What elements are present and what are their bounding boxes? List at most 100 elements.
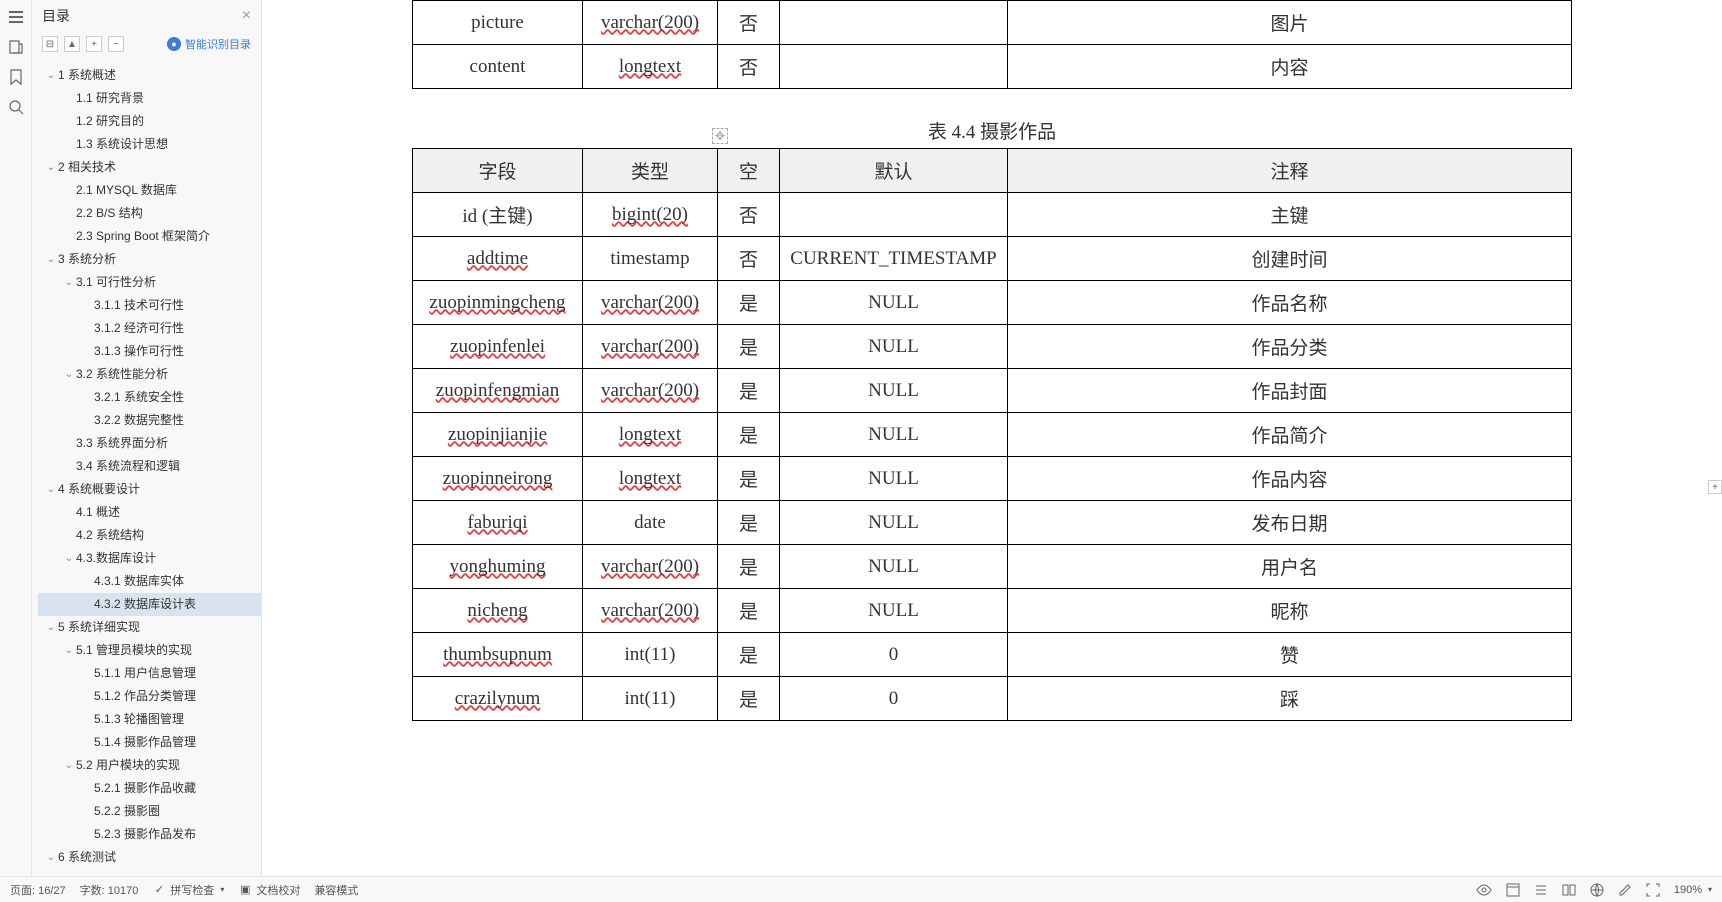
toc-item[interactable]: ⌄5.1 管理员模块的实现 — [38, 639, 261, 662]
toc-item[interactable]: 3.1.2 经济可行性 — [38, 317, 261, 340]
table-cell: zuopinfengmian — [413, 369, 583, 413]
add-column-button[interactable]: + — [1708, 480, 1722, 494]
insert-icon[interactable] — [7, 38, 25, 56]
chevron-down-icon: ⌄ — [62, 365, 76, 384]
proofread-button[interactable]: ▣文档校对 — [238, 882, 300, 898]
left-rail — [0, 0, 32, 902]
view-page-icon[interactable] — [1506, 883, 1520, 897]
table-cell: 作品内容 — [1008, 457, 1572, 501]
toc-item[interactable]: 5.2.2 摄影圈 — [38, 800, 261, 823]
table-cell: zuopinmingcheng — [413, 281, 583, 325]
toc-item[interactable]: 1.2 研究目的 — [38, 110, 261, 133]
toc-item[interactable]: 3.3 系统界面分析 — [38, 432, 261, 455]
table-cell: 图片 — [1008, 1, 1572, 45]
table-cell: zuopinjianjie — [413, 413, 583, 457]
toc-item[interactable]: 5.1.3 轮播图管理 — [38, 708, 261, 731]
toc-item[interactable]: ⌄2 相关技术 — [38, 156, 261, 179]
table-cell: varchar(200) — [583, 325, 718, 369]
toc-item[interactable]: ⌄4 系统概要设计 — [38, 478, 261, 501]
fullscreen-icon[interactable] — [1646, 883, 1660, 897]
toc-item[interactable]: ⌄6 系统测试 — [38, 846, 261, 869]
table-cell: int(11) — [583, 633, 718, 677]
bookmark-icon[interactable] — [7, 68, 25, 86]
toc-item[interactable]: 3.4 系统流程和逻辑 — [38, 455, 261, 478]
toc-item[interactable]: 5.2.1 摄影作品收藏 — [38, 777, 261, 800]
table-cell: bigint(20) — [583, 193, 718, 237]
toc-item[interactable]: ⌄4.3.数据库设计 — [38, 547, 261, 570]
table-cell: NULL — [780, 457, 1008, 501]
table-cell: 用户名 — [1008, 545, 1572, 589]
table-cell: faburiqi — [413, 501, 583, 545]
word-count[interactable]: 字数: 10170 — [80, 882, 139, 898]
zoom-level[interactable]: 190%▾ — [1674, 884, 1712, 896]
toc-item-label: 4.1 概述 — [76, 503, 120, 522]
document-content[interactable]: ✥ picturevarchar(200)否图片contentlongtext否… — [262, 0, 1722, 902]
view-web-icon[interactable] — [1590, 883, 1604, 897]
view-edit-icon[interactable] — [1618, 883, 1632, 897]
table-row: faburiqidate是NULL发布日期 — [413, 501, 1572, 545]
toc-item[interactable]: 4.3.2 数据库设计表 — [38, 593, 261, 616]
toc-item[interactable]: 3.2.2 数据完整性 — [38, 409, 261, 432]
spellcheck-toggle[interactable]: ✓拼写检查▾ — [152, 882, 224, 898]
toc-item[interactable]: 4.2 系统结构 — [38, 524, 261, 547]
toc-item[interactable]: 5.2.3 摄影作品发布 — [38, 823, 261, 846]
toc-item[interactable]: 5.1.2 作品分类管理 — [38, 685, 261, 708]
table-row: picturevarchar(200)否图片 — [413, 1, 1572, 45]
toc-item[interactable]: ⌄3 系统分析 — [38, 248, 261, 271]
table-cell: longtext — [583, 413, 718, 457]
table-move-handle[interactable]: ✥ — [712, 128, 728, 144]
table-cell: zuopinfenlei — [413, 325, 583, 369]
toc-item[interactable]: 2.2 B/S 结构 — [38, 202, 261, 225]
toc-item[interactable]: ⌄3.2 系统性能分析 — [38, 363, 261, 386]
toolbar-btn-1[interactable]: ⊟ — [42, 36, 58, 52]
toc-item-label: 3.1.3 操作可行性 — [94, 342, 184, 361]
toc-item[interactable]: ⌄3.1 可行性分析 — [38, 271, 261, 294]
table-cell: 是 — [718, 677, 780, 721]
toc-item[interactable]: 4.3.1 数据库实体 — [38, 570, 261, 593]
search-icon[interactable] — [7, 98, 25, 116]
toc-item[interactable]: ⌄5.2 用户模块的实现 — [38, 754, 261, 777]
toc-item[interactable]: 4.1 概述 — [38, 501, 261, 524]
outline-icon[interactable] — [7, 8, 25, 26]
view-outline-icon[interactable] — [1534, 883, 1548, 897]
toc-item-label: 2 相关技术 — [58, 158, 116, 177]
toc-item[interactable]: 3.1.1 技术可行性 — [38, 294, 261, 317]
toolbar-btn-4[interactable]: − — [108, 36, 124, 52]
toc-tree[interactable]: ⌄1 系统概述1.1 研究背景1.2 研究目的1.3 系统设计思想⌄2 相关技术… — [32, 60, 261, 902]
toc-item[interactable]: ⌄1 系统概述 — [38, 64, 261, 87]
toc-item[interactable]: 1.1 研究背景 — [38, 87, 261, 110]
toc-item[interactable]: 1.3 系统设计思想 — [38, 133, 261, 156]
toc-item-label: 3.1.1 技术可行性 — [94, 296, 184, 315]
table-cell: 否 — [718, 237, 780, 281]
table-cell: nicheng — [413, 589, 583, 633]
close-icon[interactable]: × — [242, 7, 251, 25]
table-cell: 是 — [718, 589, 780, 633]
page-indicator[interactable]: 页面: 16/27 — [10, 882, 66, 898]
toc-item[interactable]: 2.3 Spring Boot 框架简介 — [38, 225, 261, 248]
compat-mode[interactable]: 兼容模式 — [314, 882, 358, 898]
view-eye-icon[interactable] — [1476, 884, 1492, 896]
toc-item[interactable]: 5.1.4 摄影作品管理 — [38, 731, 261, 754]
toc-item-label: 5.1.1 用户信息管理 — [94, 664, 196, 683]
table-cell: 主键 — [1008, 193, 1572, 237]
toolbar-btn-3[interactable]: + — [86, 36, 102, 52]
table-cell: 昵称 — [1008, 589, 1572, 633]
table-cell: 发布日期 — [1008, 501, 1572, 545]
table-cell: 0 — [780, 677, 1008, 721]
toc-item-label: 1 系统概述 — [58, 66, 116, 85]
toc-item-label: 3.2.2 数据完整性 — [94, 411, 184, 430]
toc-item[interactable]: ⌄5 系统详细实现 — [38, 616, 261, 639]
table-cell: varchar(200) — [583, 369, 718, 413]
toc-item[interactable]: 5.1.1 用户信息管理 — [38, 662, 261, 685]
toc-item[interactable]: 2.1 MYSQL 数据库 — [38, 179, 261, 202]
view-read-icon[interactable] — [1562, 883, 1576, 897]
chevron-down-icon: ⌄ — [62, 756, 76, 775]
toc-item-label: 1.2 研究目的 — [76, 112, 144, 131]
toolbar-btn-2[interactable]: ▲ — [64, 36, 80, 52]
table-cell: 创建时间 — [1008, 237, 1572, 281]
table-row: contentlongtext否内容 — [413, 45, 1572, 89]
toc-item[interactable]: 3.1.3 操作可行性 — [38, 340, 261, 363]
table-cell: CURRENT_TIMESTAMP — [780, 237, 1008, 281]
toc-item[interactable]: 3.2.1 系统安全性 — [38, 386, 261, 409]
smart-toc-button[interactable]: ● 智能识别目录 — [167, 36, 251, 52]
